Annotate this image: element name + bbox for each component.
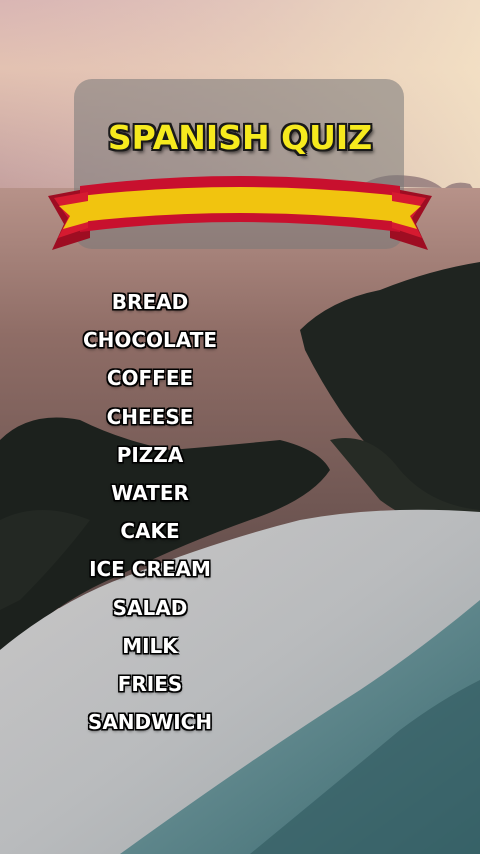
list-item: SALAD	[112, 595, 188, 620]
list-item: SANDWICH	[87, 710, 213, 735]
list-item: CAKE	[120, 519, 180, 544]
list-item: MILK	[122, 633, 178, 658]
spanish-flag-ribbon	[48, 176, 432, 250]
quiz-word-list: BREAD CHOCOLATE COFFEE CHEESE PIZZA WATE…	[50, 286, 250, 744]
list-item: CHOCOLATE	[82, 328, 218, 353]
list-item: FRIES	[117, 671, 183, 696]
list-item: COFFEE	[106, 366, 194, 391]
list-item: PIZZA	[116, 442, 184, 467]
page-title: SPANISH QUIZ	[107, 118, 373, 157]
list-item: WATER	[111, 480, 189, 505]
list-item: ICE CREAM	[89, 557, 211, 582]
list-item: BREAD	[111, 290, 189, 314]
list-item: CHEESE	[106, 404, 194, 429]
